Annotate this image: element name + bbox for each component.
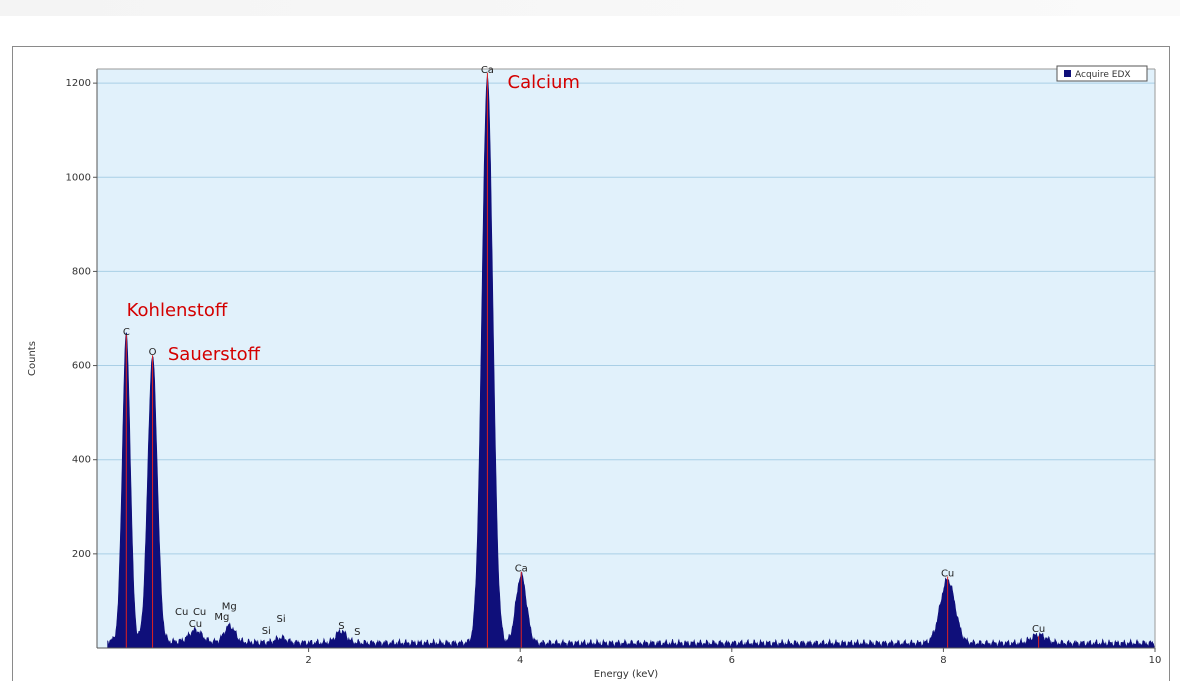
element-annotation: Kohlenstoff (127, 300, 228, 321)
x-tick-label: 6 (729, 655, 735, 666)
peak-label: Ca (481, 65, 494, 76)
x-tick-label: 2 (305, 655, 311, 666)
peak-label: Cu (193, 607, 206, 618)
y-tick-label: 400 (72, 455, 91, 466)
peak-label: Cu (1032, 624, 1045, 635)
element-annotation: Sauerstoff (168, 344, 261, 365)
y-tick-label: 200 (72, 549, 91, 560)
element-annotation: Calcium (508, 72, 580, 93)
y-axis-title: Counts (27, 341, 38, 376)
peak-label: C (123, 327, 130, 338)
peak-label: S (354, 627, 360, 638)
peak-label: Cu (175, 607, 188, 618)
x-tick-label: 4 (517, 655, 523, 666)
peak-label: O (149, 347, 157, 358)
peak-label: Si (262, 626, 271, 637)
peak-label: Ca (515, 564, 528, 575)
legend-swatch (1064, 70, 1071, 77)
top-image-strip (0, 0, 1180, 16)
legend-label: Acquire EDX (1075, 70, 1131, 80)
y-tick-label: 600 (72, 361, 91, 372)
x-tick-label: 10 (1149, 655, 1162, 666)
y-tick-label: 800 (72, 266, 91, 277)
x-tick-label: 8 (940, 655, 946, 666)
y-tick-label: 1000 (66, 172, 91, 183)
peak-label: S (338, 621, 344, 632)
peak-label: Mg (214, 612, 229, 623)
peak-label: Cu (941, 568, 954, 579)
edx-spectrum-chart: 200400600800100012002 4 6 8 10 COCuCuCu MgMgS… (27, 65, 1162, 680)
legend: Acquire EDX (1056, 65, 1148, 82)
y-tick-label: 1200 (66, 78, 91, 89)
peak-label: Mg (222, 601, 237, 612)
peak-label: Si (277, 614, 286, 625)
chart-window: 200 400 600 800 1000 1200 2 4 6 8 10 C O Cu Cu Cu Mg Mg S… (12, 46, 1170, 681)
peak-label: Cu (189, 619, 202, 630)
x-axis-title: Energy (keV) (594, 669, 659, 680)
